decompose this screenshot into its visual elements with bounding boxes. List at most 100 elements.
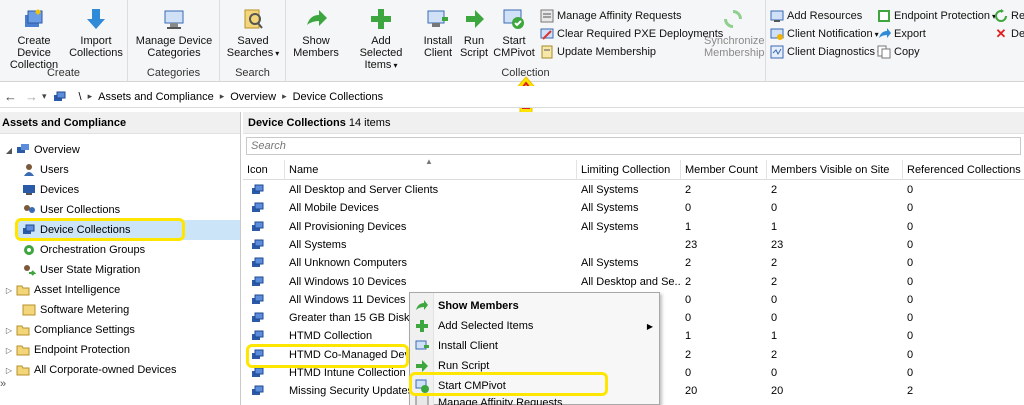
table-row[interactable]: All Windows 10 Devices All Desktop and Se… — [243, 273, 1024, 291]
highlight-device-collections — [15, 218, 185, 241]
affinity-icon — [410, 396, 434, 405]
cell-member-count: 2 — [685, 348, 692, 361]
expand-arrow-icon[interactable]: ▷ — [4, 286, 14, 295]
collapse-chevron-icon[interactable]: » — [0, 378, 6, 390]
synchronize-membership-button[interactable]: Synchronize Membership — [704, 6, 765, 59]
create-device-collection-button[interactable]: Create Device Collection — [2, 6, 66, 71]
show-members-button[interactable]: Show Members — [290, 6, 342, 59]
nav-item-endpoint-protection[interactable]: ▷ Endpoint Protection — [4, 340, 130, 360]
cell-limiting-collection: All Systems — [581, 257, 639, 270]
manage-affinity-requests-button[interactable]: Manage Affinity Requests — [540, 7, 682, 25]
refresh-icon — [994, 9, 1008, 23]
submenu-arrow-icon: ▶ — [646, 321, 653, 331]
search-input[interactable]: Search — [246, 137, 1021, 155]
column-header-row: Icon Name ▲ Limiting Collection Member C… — [243, 157, 1024, 180]
nav-item-user-state-migration[interactable]: User State Migration — [22, 260, 140, 280]
folder-icon — [16, 283, 30, 297]
nav-item-asset-intelligence[interactable]: ▷ Asset Intelligence — [4, 280, 120, 300]
delete-button[interactable]: ✕ Del — [994, 25, 1024, 43]
column-header-members-visible[interactable]: Members Visible on Site — [767, 160, 903, 180]
update-membership-button[interactable]: Update Membership — [540, 43, 656, 61]
refresh-button[interactable]: Ref — [994, 7, 1024, 25]
back-arrow-icon[interactable]: ← — [4, 89, 17, 104]
menu-item-install-client[interactable]: Install Client — [410, 336, 659, 356]
copy-button[interactable]: Copy — [877, 43, 920, 61]
table-row[interactable]: All Provisioning Devices All Systems 1 1 0 — [243, 218, 1024, 236]
start-cmpivot-button[interactable]: Start CMPivot — [492, 6, 536, 59]
add-selected-items-button[interactable]: Add Selected Items ▾ — [342, 6, 420, 72]
chevron-down-icon[interactable]: ▾ — [42, 91, 47, 102]
saved-searches-button[interactable]: Saved Searches ▾ — [224, 6, 282, 60]
table-row[interactable]: All Unknown Computers All Systems 2 2 0 — [243, 254, 1024, 272]
categories-icon — [161, 6, 187, 32]
device-collection-icon — [252, 330, 264, 341]
sync-icon — [720, 6, 746, 32]
add-resources-button[interactable]: Add Resources — [770, 7, 862, 25]
cell-members-visible: 20 — [771, 385, 784, 398]
menu-item-manage-affinity-requests[interactable]: Manage Affinity Requests — [410, 396, 659, 405]
cell-referenced-collections: 0 — [907, 312, 914, 325]
endpoint-protection-button[interactable]: Endpoint Protection ▾ — [877, 7, 996, 25]
install-client-button[interactable]: Install Client — [420, 6, 456, 59]
chevron-right-icon: ▸ — [87, 91, 93, 101]
column-header-referenced-collections[interactable]: Referenced Collections — [903, 160, 1024, 180]
nav-item-user-collections[interactable]: User Collections — [22, 200, 120, 220]
client-notification-button[interactable]: Client Notification ▾ — [770, 25, 879, 43]
breadcrumb-root[interactable]: \ — [79, 91, 82, 103]
column-header-member-count[interactable]: Member Count — [681, 160, 767, 180]
nav-item-all-corporate-owned-devices[interactable]: ▷ All Corporate-owned Devices — [4, 360, 177, 380]
results-title: Device Collections 14 items — [243, 112, 1024, 134]
table-row[interactable]: All Desktop and Server Clients All System… — [243, 181, 1024, 199]
column-header-limiting-collection[interactable]: Limiting Collection — [577, 160, 681, 180]
cell-referenced-collections: 0 — [907, 348, 914, 361]
expand-arrow-icon[interactable]: ▷ — [4, 326, 14, 335]
cmpivot-icon — [501, 6, 527, 32]
expand-arrow-icon[interactable]: ▷ — [4, 366, 14, 375]
show-members-icon — [410, 299, 434, 313]
cell-name: All Provisioning Devices — [289, 220, 407, 233]
export-button[interactable]: Export — [877, 25, 926, 43]
user-collection-icon — [22, 203, 36, 217]
forward-arrow-icon[interactable]: → — [25, 89, 38, 104]
table-row[interactable]: All Systems 23 23 0 — [243, 236, 1024, 254]
saved-search-icon — [240, 6, 266, 32]
nav-item-software-metering[interactable]: Software Metering — [22, 300, 129, 320]
client-diagnostics-icon — [770, 45, 784, 59]
cell-limiting-collection: All Systems — [581, 184, 639, 196]
cell-referenced-collections: 0 — [907, 184, 914, 196]
device-collection-icon — [252, 257, 264, 268]
collection-new-icon — [21, 6, 47, 32]
breadcrumb-overview[interactable]: Overview — [230, 91, 276, 103]
nav-item-users[interactable]: Users — [22, 160, 69, 180]
import-collections-button[interactable]: Import Collections — [66, 6, 126, 59]
breadcrumb-device-collections[interactable]: Device Collections — [293, 91, 383, 103]
clear-pxe-deployments-button[interactable]: Clear Required PXE Deployments — [540, 25, 723, 43]
cell-member-count: 2 — [685, 184, 692, 196]
chevron-down-icon: ▾ — [275, 49, 280, 58]
client-diagnostics-button[interactable]: Client Diagnostics▾ — [770, 43, 881, 61]
expand-arrow-icon[interactable]: ▷ — [4, 346, 14, 355]
cell-member-count: 0 — [685, 312, 692, 325]
green-arrow-icon — [303, 6, 329, 32]
cell-referenced-collections: 0 — [907, 275, 914, 288]
table-row[interactable]: All Mobile Devices All Systems 0 0 0 — [243, 199, 1024, 217]
nav-item-orchestration-groups[interactable]: Orchestration Groups — [22, 240, 145, 260]
device-icon — [22, 183, 36, 197]
cell-referenced-collections: 0 — [907, 367, 914, 379]
ribbon: Create Device Collection Import Collecti… — [0, 0, 1024, 82]
manage-device-categories-button[interactable]: Manage Device Categories — [132, 6, 216, 59]
breadcrumb-assets[interactable]: Assets and Compliance — [98, 91, 214, 103]
cell-member-count: 1 — [685, 330, 692, 343]
menu-item-add-selected-items[interactable]: Add Selected Items ▶ — [410, 316, 659, 336]
ribbon-group-search: Saved Searches ▾ Search — [220, 0, 286, 82]
column-header-name[interactable]: Name ▲ — [285, 157, 577, 180]
nav-item-devices[interactable]: Devices — [22, 180, 79, 200]
user-icon — [22, 163, 36, 177]
menu-item-show-members[interactable]: Show Members — [410, 296, 659, 316]
run-script-button[interactable]: Run Script — [456, 6, 492, 59]
cell-referenced-collections: 0 — [907, 257, 914, 270]
column-header-icon[interactable]: Icon — [243, 160, 285, 180]
expand-arrow-icon[interactable]: ◢ — [4, 146, 14, 155]
nav-item-compliance-settings[interactable]: ▷ Compliance Settings — [4, 320, 135, 340]
nav-item-overview[interactable]: ◢ Overview — [4, 140, 80, 160]
